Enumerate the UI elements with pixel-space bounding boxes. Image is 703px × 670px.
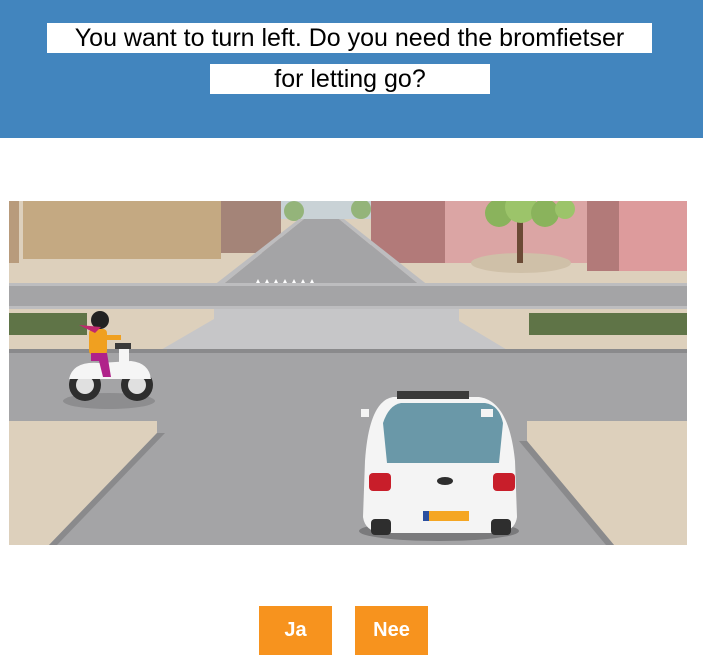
building-left [23, 201, 221, 259]
white-car-icon [359, 391, 519, 541]
intersection-scene-image [9, 201, 687, 545]
question-text-line-2: for letting go? [210, 64, 490, 94]
building-left-edge [9, 201, 19, 263]
answer-yes-button[interactable]: Ja [259, 606, 332, 655]
building-right-3 [619, 201, 687, 271]
question-text-line-1: You want to turn left. Do you need the b… [47, 23, 652, 53]
question-header: You want to turn left. Do you need the b… [0, 0, 703, 138]
answer-no-button[interactable]: Nee [355, 606, 428, 655]
